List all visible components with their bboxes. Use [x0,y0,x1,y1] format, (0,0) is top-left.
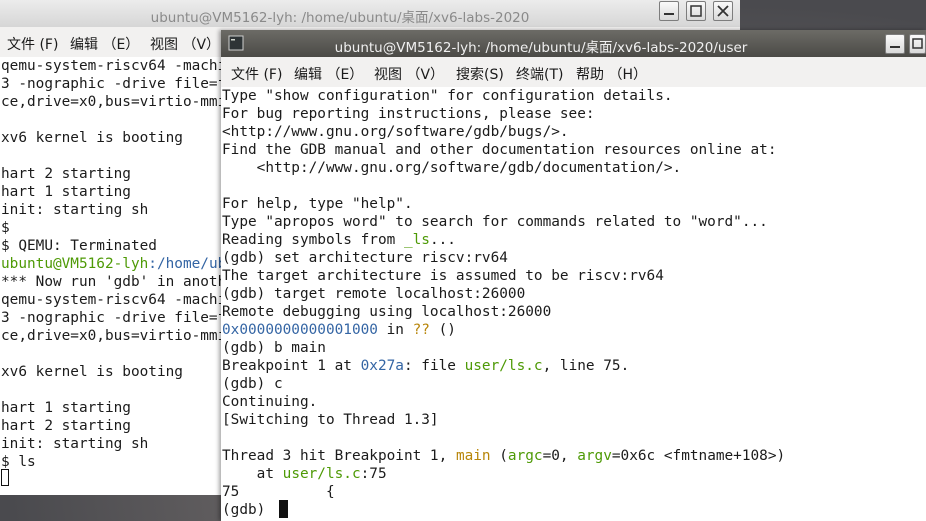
terminal-line: hart 1 starting [1,184,131,200]
terminal-line: init: starting sh [1,202,149,218]
back-window-title: ubuntu@VM5162-lyh: /home/ubuntu/桌面/xv6-l… [150,10,530,26]
terminal-line: hart 1 starting [1,400,131,416]
terminal-line: The target architecture is assumed to be… [222,268,664,284]
minimize-button[interactable] [885,34,905,54]
menu-help[interactable]: 帮助 （H） [576,64,647,84]
filename-highlight: user/ls.c [282,466,361,482]
gdb-prompt-line[interactable]: (gdb) [222,501,274,519]
back-title-bar[interactable]: ubuntu@VM5162-lyh: /home/ubuntu/桌面/xv6-l… [0,0,740,28]
text-segment: ( [490,448,508,464]
text-segment: :75 [360,466,387,482]
text-segment: , line 75. [542,358,630,374]
terminal-line: <http://www.gnu.org/software/gdb/documen… [222,160,682,176]
text-segment: =0, [542,448,578,464]
text-segment: in [377,322,413,338]
close-button[interactable] [713,1,733,21]
front-title-bar[interactable]: ubuntu@VM5162-lyh: /home/ubuntu/桌面/xv6-l… [221,30,926,57]
terminal-line: init: starting sh [1,436,149,452]
terminal-line: Continuing. [222,394,318,410]
text-segment: Reading symbols from [222,232,404,248]
param-highlight: argc [507,448,543,464]
menu-edit[interactable]: 编辑 （E） [70,34,139,54]
text-segment: at [222,466,283,482]
front-terminal-output[interactable]: Type "show configuration" for configurat… [221,87,926,521]
filename-highlight: _ls [403,232,430,248]
menu-terminal[interactable]: 终端(T) [516,64,563,84]
front-window-title: ubuntu@VM5162-lyh: /home/ubuntu/桌面/xv6-l… [334,40,748,56]
maximize-icon [690,5,702,17]
minimize-icon [890,46,900,48]
terminal-line: Find the GDB manual and other documentat… [222,142,777,158]
menu-file[interactable]: 文件 (F) [7,34,58,54]
terminal-line: Breakpoint 1 at 0x27a: file user/ls.c, l… [222,357,629,375]
terminal-line: (gdb) c [222,376,283,392]
terminal-line: at user/ls.c:75 [222,465,387,483]
maximize-button[interactable] [909,34,926,54]
terminal-line: <http://www.gnu.org/software/gdb/bugs/>. [222,124,569,140]
close-icon [717,5,729,17]
address-highlight: 0x0000000000001000 [222,322,378,338]
terminal-line: Type "apropos word" to search for comman… [222,214,768,230]
terminal-line: (gdb) set architecture riscv:rv64 [222,250,508,266]
minimize-icon [664,13,674,15]
filename-highlight: user/ls.c [464,358,543,374]
prompt-user: ubuntu@VM5162-lyh [1,256,149,272]
address-highlight: 0x27a [360,358,404,374]
terminal-line: xv6 kernel is booting [1,364,183,380]
terminal-line: xv6 kernel is booting [1,130,183,146]
text-segment: Breakpoint 1 at [222,358,361,374]
terminal-line: For bug reporting instructions, please s… [222,106,595,122]
param-highlight: argv [577,448,612,464]
front-terminal-window[interactable]: ubuntu@VM5162-lyh: /home/ubuntu/桌面/xv6-l… [221,30,926,521]
terminal-line: 75 { [222,484,335,500]
text-cursor [279,500,288,518]
menu-edit[interactable]: 编辑 （E） [294,64,363,84]
function-highlight: ?? [412,322,430,338]
text-segment: ... [429,232,456,248]
menu-file[interactable]: 文件 (F) [231,64,282,84]
text-segment: Thread 3 hit Breakpoint 1, [222,448,456,464]
text-segment: : file [403,358,465,374]
text-segment: =0x6c <fmtname+108>) [611,448,786,464]
front-menu-bar: 文件 (F) 编辑 （E） 视图 （V） 搜索(S) 终端(T) 帮助 （H） [221,57,926,87]
minimize-button[interactable] [659,1,679,21]
terminal-line: Thread 3 hit Breakpoint 1, main (argc=0,… [222,447,785,465]
menu-search[interactable]: 搜索(S) [456,64,504,84]
terminal-line: hart 2 starting [1,418,131,434]
text-segment: () [429,322,456,338]
function-highlight: main [455,448,491,464]
terminal-line: Reading symbols from _ls... [222,231,456,249]
maximize-button[interactable] [686,1,706,21]
maximize-icon [912,38,923,49]
terminal-line: (gdb) target remote localhost:26000 [222,286,526,302]
terminal-line: $ [1,220,10,236]
terminal-line: hart 2 starting [1,166,131,182]
text-cursor [1,469,9,486]
menu-view[interactable]: 视图 （V） [374,64,444,84]
terminal-line: 0x0000000000001000 in ?? () [222,321,456,339]
terminal-line: (gdb) b main [222,340,326,356]
terminal-line: Remote debugging using localhost:26000 [222,304,552,320]
terminal-line: [Switching to Thread 1.3] [222,412,439,428]
terminal-line: For help, type "help". [222,196,413,212]
terminal-line: $ QEMU: Terminated [1,238,157,254]
menu-view[interactable]: 视图 （V） [150,34,220,54]
terminal-line: Type "show configuration" for configurat… [222,88,673,104]
